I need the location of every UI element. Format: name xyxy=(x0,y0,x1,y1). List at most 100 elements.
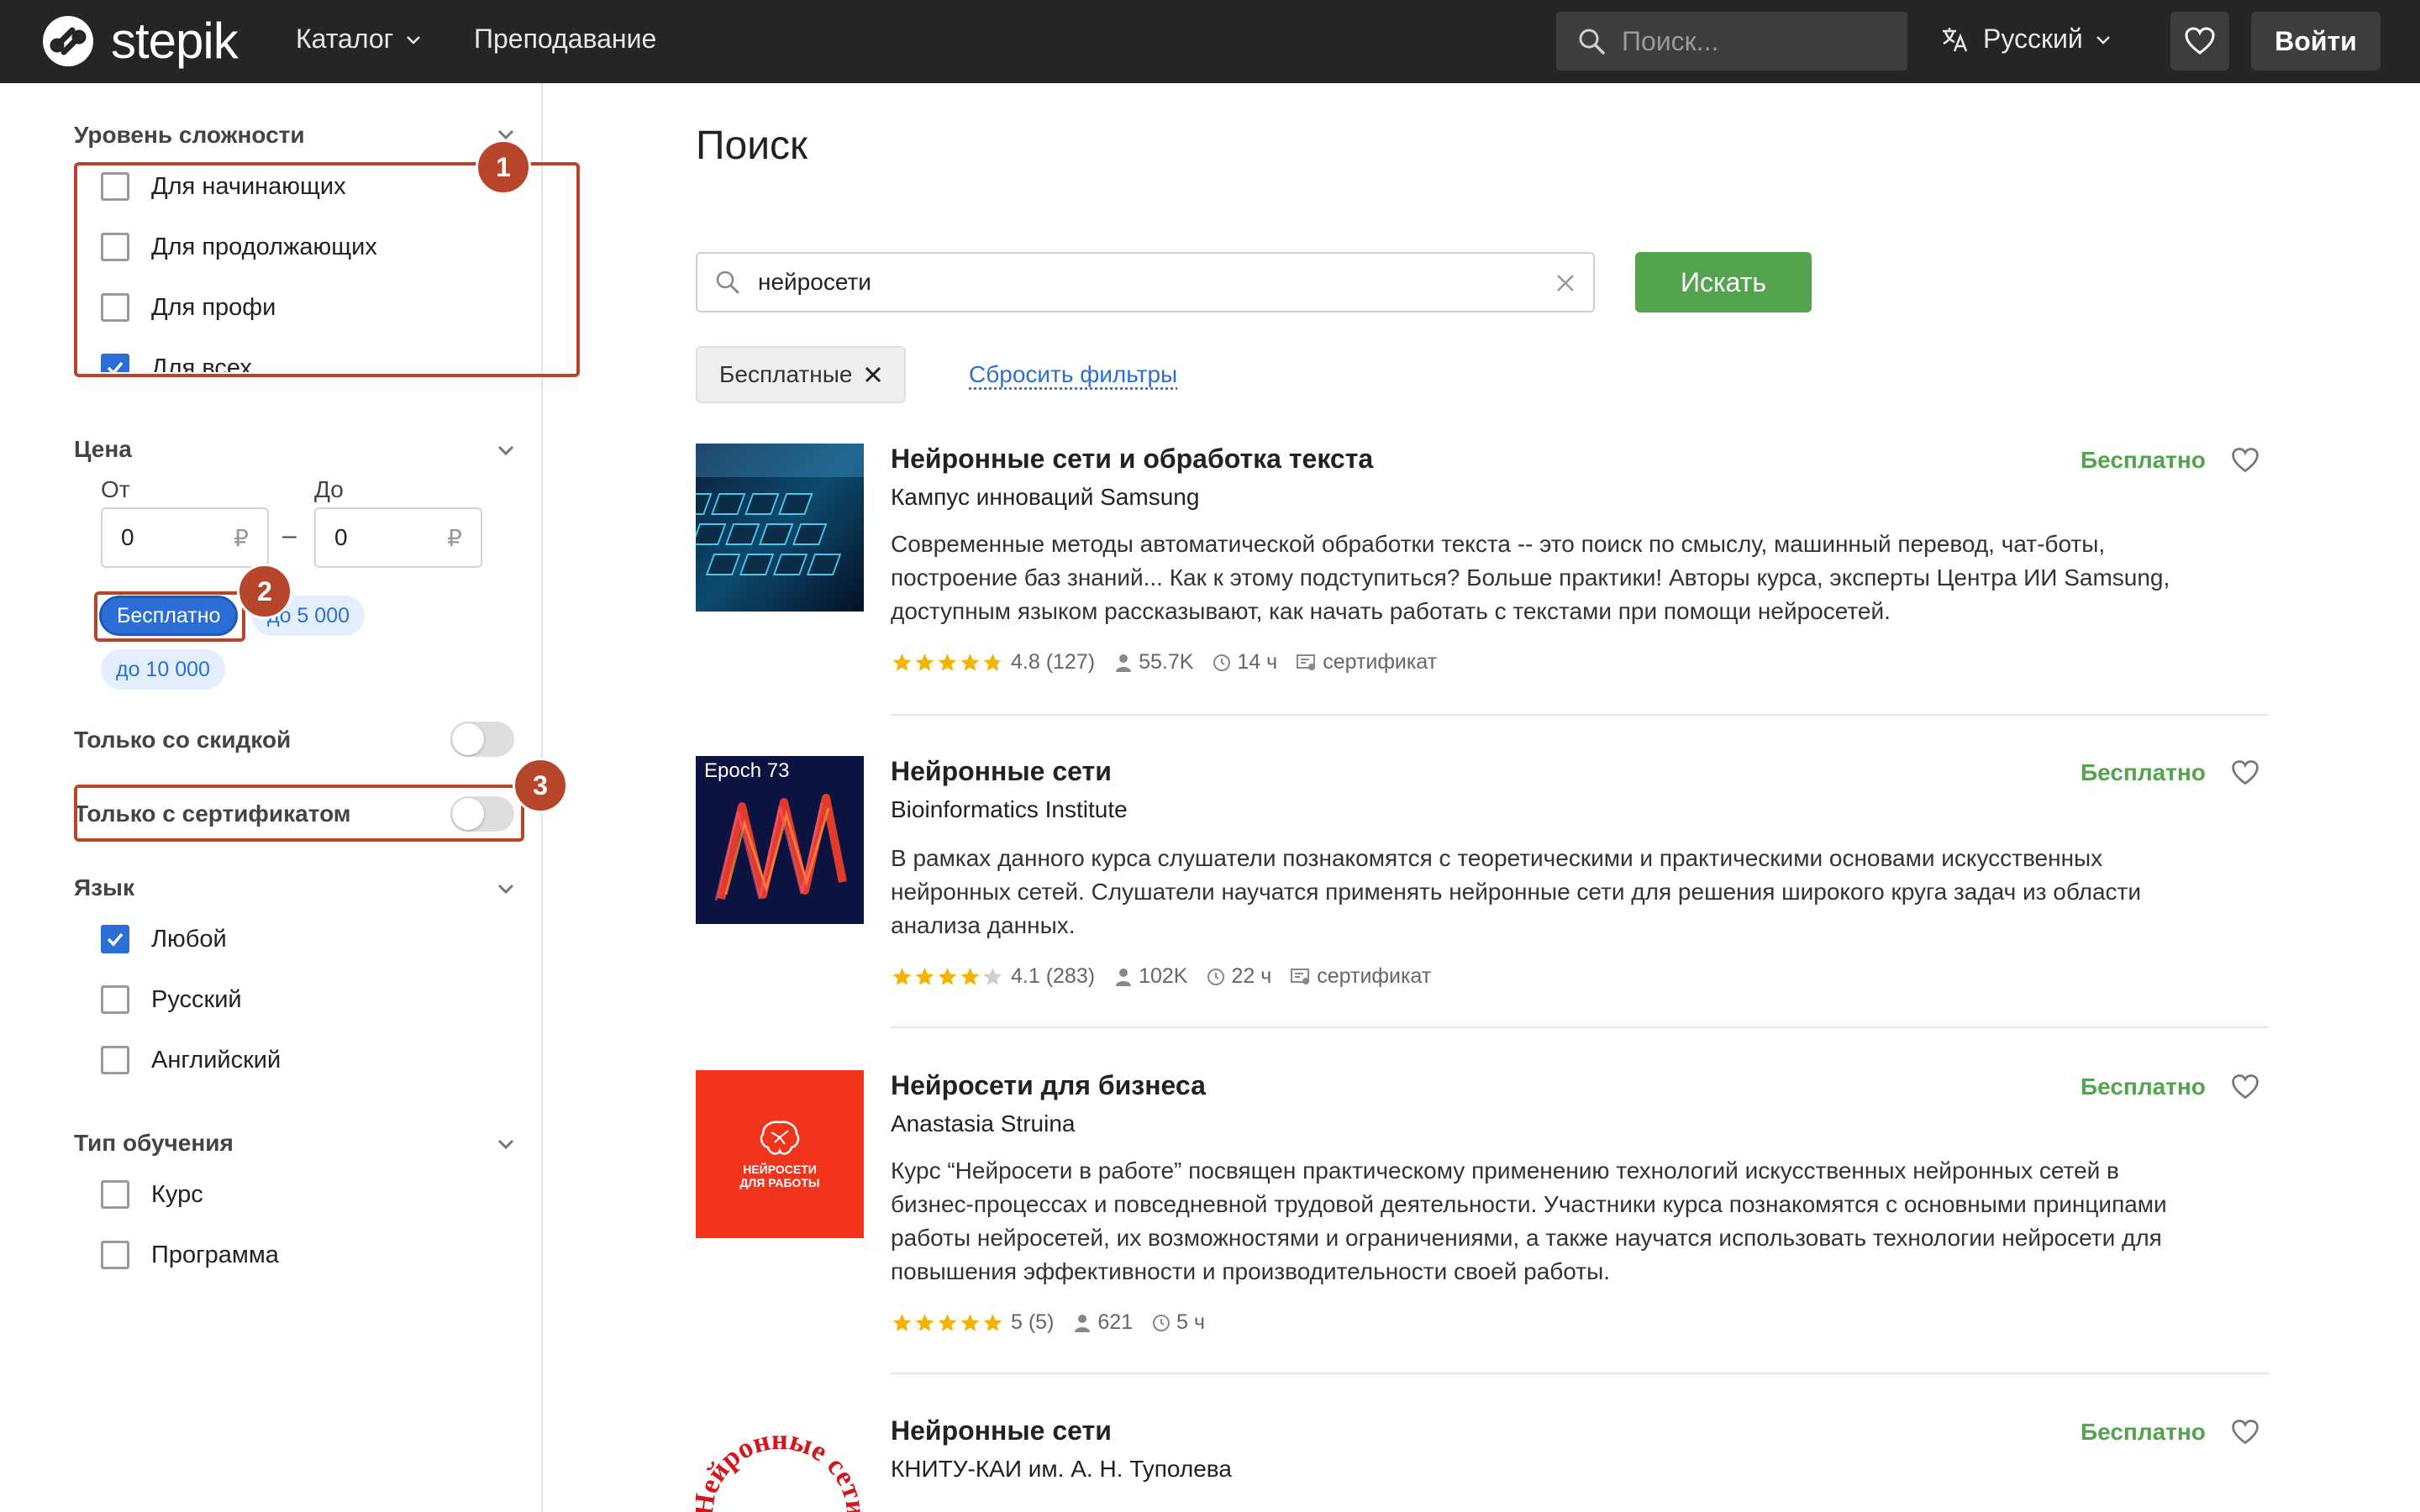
course-author[interactable]: КНИТУ-КАИ им. А. Н. Туполева xyxy=(891,1456,1232,1483)
page-title: Поиск xyxy=(696,123,808,168)
chevron-down-icon xyxy=(2096,35,2110,45)
learning-type-course[interactable]: Курс xyxy=(101,1180,203,1209)
divider xyxy=(891,1373,2269,1374)
nav-catalog[interactable]: Каталог xyxy=(296,24,424,55)
duration-value: 22 ч xyxy=(1231,964,1272,988)
certificate-icon xyxy=(1297,654,1316,670)
learning-type-program[interactable]: Программа xyxy=(101,1241,279,1269)
divider xyxy=(891,1026,2269,1028)
user-icon xyxy=(1116,654,1132,672)
ruble-sign: ₽ xyxy=(447,524,462,551)
heart-icon[interactable] xyxy=(2230,758,2260,788)
price-to-value: 0 xyxy=(334,524,348,550)
course-thumbnail[interactable]: Нейронные сети xyxy=(696,1415,864,1512)
clear-icon[interactable] xyxy=(1553,270,1578,296)
thumbnail-caption: НЕЙРОСЕТИ ДЛЯ РАБОТЫ xyxy=(739,1163,820,1189)
discount-only-toggle[interactable] xyxy=(450,722,514,757)
language-label: Русский xyxy=(1983,24,2083,54)
heart-icon[interactable] xyxy=(2230,1417,2260,1447)
close-icon[interactable] xyxy=(864,365,882,384)
option-label: Программа xyxy=(151,1241,279,1268)
option-label: Русский xyxy=(151,985,242,1013)
chevron-up-icon[interactable] xyxy=(494,438,518,461)
course-author[interactable]: Anastasia Struina xyxy=(891,1110,1075,1137)
course-card[interactable]: Epoch 73 Нейронные сети Bioinformatics I… xyxy=(696,756,2269,1008)
filters-sidebar: Уровень сложности Для начинающих Для про… xyxy=(0,83,580,1512)
nav-teaching[interactable]: Преподавание xyxy=(474,24,656,55)
course-price: Бесплатно xyxy=(2081,447,2206,473)
star-icon xyxy=(938,967,957,985)
star-icon xyxy=(960,1313,980,1331)
price-from-value: 0 xyxy=(121,524,134,550)
language-option-russian[interactable]: Русский xyxy=(101,985,242,1014)
course-price: Бесплатно xyxy=(2081,1074,2206,1100)
course-rating: 4.8 (127) xyxy=(1011,650,1096,674)
course-description: Современные методы автоматической обрабо… xyxy=(891,531,2170,624)
course-card[interactable]: Нейронные сети и обработка текста Кампус… xyxy=(696,444,2269,696)
checkbox[interactable] xyxy=(101,1241,129,1269)
chevron-down-icon xyxy=(407,35,421,45)
course-thumbnail[interactable] xyxy=(696,444,864,612)
header-search-input[interactable] xyxy=(1620,24,1889,58)
course-thumbnail[interactable]: Epoch 73 xyxy=(696,756,864,924)
search-icon xyxy=(1579,29,1605,55)
price-title: Цена xyxy=(74,436,132,462)
nav-catalog-label: Каталог xyxy=(296,24,394,54)
heart-icon[interactable] xyxy=(2230,445,2260,475)
checkbox[interactable] xyxy=(101,1046,129,1074)
star-icon xyxy=(960,653,980,671)
checkbox[interactable] xyxy=(101,985,129,1014)
learners-count: 621 xyxy=(1097,1310,1134,1334)
course-card[interactable]: НЕЙРОСЕТИ ДЛЯ РАБОТЫ Нейросети для бизне… xyxy=(696,1070,2269,1356)
annotation-badge-2: 2 xyxy=(237,564,292,619)
annotation-badge-1: 1 xyxy=(476,139,531,195)
star-icon xyxy=(915,1313,934,1331)
checkbox-checked[interactable] xyxy=(101,925,129,953)
course-meta: 4.1 (283) 102K 22 ч сертификат xyxy=(891,964,1431,989)
login-button[interactable]: Войти xyxy=(2251,12,2381,71)
duration: 5 ч xyxy=(1151,1310,1205,1335)
clock-icon xyxy=(1213,654,1231,671)
course-card[interactable]: Нейронные сети Нейронные сети КНИТУ-КАИ … xyxy=(696,1415,2269,1512)
course-title[interactable]: Нейронные сети xyxy=(891,756,1112,787)
certificate-icon xyxy=(1291,968,1310,984)
duration-value: 14 ч xyxy=(1237,650,1278,674)
clock-icon xyxy=(1153,1314,1171,1331)
chevron-up-icon[interactable] xyxy=(494,876,518,900)
difficulty-title: Уровень сложности xyxy=(74,122,305,148)
course-description: Курс “Нейросети в работе” посвящен практ… xyxy=(891,1158,2167,1284)
certificate: сертификат xyxy=(1296,650,1437,675)
course-title[interactable]: Нейронные сети и обработка текста xyxy=(891,444,1373,475)
star-icon xyxy=(915,967,934,985)
price-to-input[interactable]: 0 ₽ xyxy=(314,507,482,568)
header-search[interactable] xyxy=(1556,12,1907,71)
checkbox[interactable] xyxy=(101,1180,129,1209)
course-title[interactable]: Нейронные сети xyxy=(891,1415,1112,1446)
translate-icon xyxy=(1943,27,1968,51)
user-icon xyxy=(1075,1314,1091,1332)
course-meta: 5 (5) 621 5 ч xyxy=(891,1310,1205,1335)
language-selector[interactable]: Русский xyxy=(1939,24,2113,55)
language-option-english[interactable]: Английский xyxy=(101,1046,281,1074)
course-author[interactable]: Bioinformatics Institute xyxy=(891,796,1128,823)
course-thumbnail[interactable]: НЕЙРОСЕТИ ДЛЯ РАБОТЫ xyxy=(696,1070,864,1238)
course-author[interactable]: Кампус инноваций Samsung xyxy=(891,484,1199,511)
course-search[interactable] xyxy=(696,252,1595,312)
language-option-any[interactable]: Любой xyxy=(101,925,227,953)
course-title[interactable]: Нейросети для бизнеса xyxy=(891,1070,1206,1101)
wishlist-button[interactable] xyxy=(2170,12,2229,71)
star-icon xyxy=(892,1313,912,1331)
reset-filters-link[interactable]: Сбросить фильтры xyxy=(969,361,1177,388)
chevron-up-icon[interactable] xyxy=(494,1131,518,1155)
learners: 102K xyxy=(1113,964,1187,989)
price-from-input[interactable]: 0 ₽ xyxy=(101,507,269,568)
course-search-input[interactable] xyxy=(756,268,1512,297)
price-range-dash: – xyxy=(282,522,297,549)
stepik-logo[interactable]: stepik xyxy=(40,13,239,69)
search-submit-button[interactable]: Искать xyxy=(1635,252,1812,312)
annotation-box-2 xyxy=(94,591,245,642)
price-chip-10000[interactable]: до 10 000 xyxy=(101,649,225,690)
heart-icon[interactable] xyxy=(2230,1072,2260,1102)
active-filter-tag[interactable]: Бесплатные xyxy=(696,346,907,403)
thumbnail-caption: Нейронные сети xyxy=(696,1425,864,1512)
